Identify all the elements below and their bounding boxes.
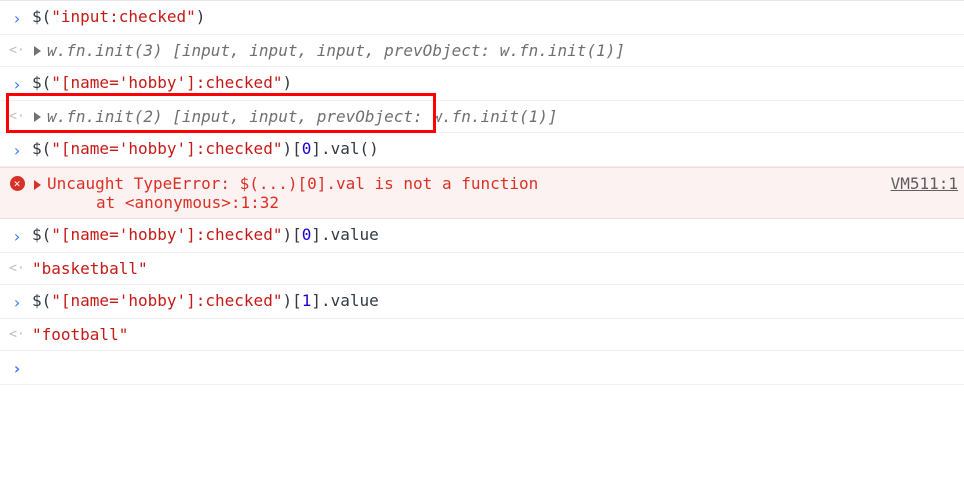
- input-prompt-icon: ›: [4, 225, 30, 246]
- console-input-line[interactable]: › $("input:checked"): [0, 1, 964, 35]
- disclosure-triangle-icon[interactable]: [34, 46, 41, 56]
- disclosure-triangle-icon[interactable]: [34, 112, 41, 122]
- input-prompt-icon: ›: [4, 357, 30, 378]
- output-arrow-icon: <·: [4, 41, 30, 58]
- error-text: Uncaught TypeError: $(...)[0].val is not…: [30, 174, 958, 212]
- console-input-line[interactable]: › $("[name='hobby']:checked"): [0, 67, 964, 101]
- input-prompt-icon: ›: [4, 291, 30, 312]
- console-log: › $("input:checked") <· w.fn.init(3) [in…: [0, 0, 964, 385]
- error-icon: ✕: [4, 174, 30, 191]
- console-output-line[interactable]: <· w.fn.init(2) [input, input, prevObjec…: [0, 101, 964, 133]
- console-input-line[interactable]: › $("[name='hobby']:checked")[0].value: [0, 219, 964, 253]
- output-arrow-icon: <·: [4, 325, 30, 342]
- output-arrow-icon: <·: [4, 107, 30, 124]
- console-output-line[interactable]: <· "football": [0, 319, 964, 351]
- code-text: $("[name='hobby']:checked")[0].val(): [30, 139, 958, 158]
- output-text: w.fn.init(3) [input, input, input, prevO…: [30, 41, 958, 60]
- console-active-prompt[interactable]: ›: [0, 351, 964, 385]
- input-prompt-icon: ›: [4, 73, 30, 94]
- stack-trace: at <anonymous>:1:32: [32, 193, 279, 212]
- console-output-line[interactable]: <· "basketball": [0, 253, 964, 285]
- output-arrow-icon: <·: [4, 259, 30, 276]
- code-text: $("[name='hobby']:checked")[0].value: [30, 225, 958, 244]
- code-text: $("input:checked"): [30, 7, 958, 26]
- console-output-line[interactable]: <· w.fn.init(3) [input, input, input, pr…: [0, 35, 964, 67]
- output-text: w.fn.init(2) [input, input, prevObject: …: [30, 107, 958, 126]
- console-input-line[interactable]: › $("[name='hobby']:checked")[1].value: [0, 285, 964, 319]
- output-text: "football": [30, 325, 958, 344]
- code-text: $("[name='hobby']:checked")[1].value: [30, 291, 958, 310]
- input-prompt-icon: ›: [4, 7, 30, 28]
- code-text: $("[name='hobby']:checked"): [30, 73, 958, 92]
- disclosure-triangle-icon[interactable]: [34, 180, 41, 190]
- output-text: "basketball": [30, 259, 958, 278]
- console-input-line[interactable]: › $("[name='hobby']:checked")[0].val(): [0, 133, 964, 167]
- input-prompt-icon: ›: [4, 139, 30, 160]
- console-error-line[interactable]: ✕ Uncaught TypeError: $(...)[0].val is n…: [0, 167, 964, 219]
- error-source-link[interactable]: VM511:1: [891, 174, 958, 193]
